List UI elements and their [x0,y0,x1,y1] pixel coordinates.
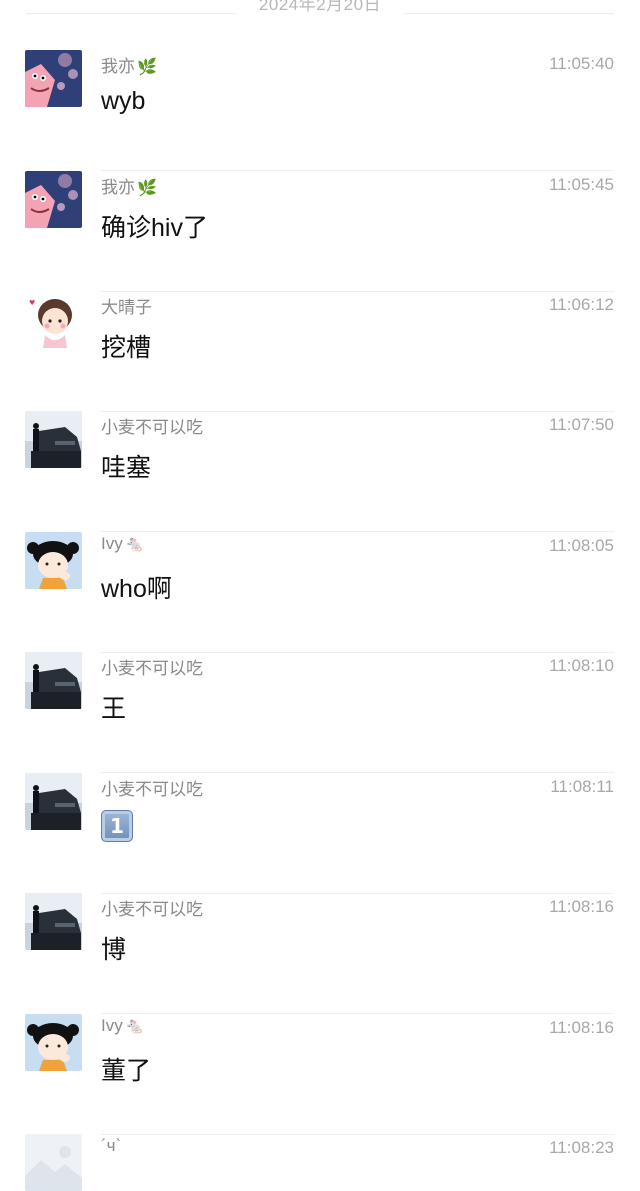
mouse-icon: 🐁 [124,536,145,553]
placeholder-image-avatar[interactable] [25,1134,82,1191]
message-time: 11:08:11 [550,777,614,796]
cartoon-girl-avatar[interactable]: ♥ [25,291,82,348]
message-time: 11:08:16 [549,897,614,916]
message-text[interactable]: 哇塞 [101,448,151,484]
message-time: 11:08:05 [549,536,614,555]
message-time: 11:08:23 [549,1138,614,1157]
message-text[interactable]: 确诊hiv了 [101,208,208,244]
sender-name[interactable]: 小麦不可以吃 [101,413,203,438]
sender-name[interactable]: 我亦 🌿 [101,52,157,77]
message-text[interactable]: 董了 [101,1051,151,1087]
leaf-icon: 🌿 [137,180,157,197]
chat-message[interactable]: 小麦不可以吃 11:07:50 哇塞 [0,411,640,532]
sender-name[interactable]: 小麦不可以吃 [101,775,203,800]
message-time: 11:08:10 [549,656,614,675]
dark-scene-avatar[interactable] [25,652,82,709]
sender-name[interactable]: 小麦不可以吃 [101,895,203,920]
chat-message[interactable]: 小麦不可以吃 11:08:11 1 [0,773,640,894]
patrick-avatar[interactable] [25,50,82,107]
patrick-avatar[interactable] [25,171,82,228]
sender-name[interactable]: Ivy 🐁 [101,1016,145,1036]
sender-name[interactable]: 小麦不可以吃 [101,654,203,679]
message-time: 11:05:45 [549,175,614,194]
svg-text:♥: ♥ [29,299,35,307]
message-text[interactable]: wyb [101,87,145,116]
chat-message[interactable]: 小麦不可以吃 11:08:16 博 [0,893,640,1014]
dark-scene-avatar[interactable] [25,411,82,468]
chat-message[interactable]: 我亦 🌿 11:05:45 确诊hiv了 [0,171,640,292]
date-separator-line-left [26,13,236,14]
date-separator: 2024年2月20日 [0,0,640,28]
mouse-icon: 🐁 [124,1018,145,1035]
sender-name[interactable]: Ivy 🐁 [101,534,145,554]
message-text[interactable]: 挖槽 [101,328,151,364]
message-time: 11:06:12 [549,295,614,314]
message-text[interactable]: who啊 [101,569,172,605]
dark-scene-avatar[interactable] [25,773,82,830]
leaf-icon: 🌿 [137,59,157,76]
date-separator-line-right [404,13,614,14]
sender-name[interactable]: 我亦 🌿 [101,173,157,198]
chat-message[interactable]: 小麦不可以吃 11:08:10 王 [0,652,640,773]
chat-history-page: 2024年2月20日 我亦 🌿 11:05:40 wyb 我亦 🌿 11:05:… [0,0,640,1191]
chat-message[interactable]: 我亦 🌿 11:05:40 wyb [0,50,640,171]
chat-message[interactable]: Ivy 🐁 11:08:05 who啊 [0,532,640,653]
message-time: 11:07:50 [549,415,614,434]
sender-name[interactable]: ´ч` [101,1136,121,1156]
message-text[interactable]: 王 [101,689,126,725]
chat-message[interactable]: Ivy 🐁 11:08:16 董了 [0,1014,640,1135]
message-time: 11:05:40 [549,54,614,73]
chat-message[interactable]: ´ч` 11:08:23 [0,1134,640,1191]
message-text[interactable]: 1 [101,810,133,842]
keycap-one-emoji: 1 [101,810,133,842]
date-separator-label: 2024年2月20日 [258,0,382,14]
message-text[interactable]: 博 [101,930,126,966]
message-time: 11:08:16 [549,1018,614,1037]
dark-scene-avatar[interactable] [25,893,82,950]
sender-name[interactable]: 大晴子 [101,293,152,318]
chat-message[interactable]: ♥ 大晴子 11:06:12 挖槽 [0,291,640,412]
cartoon-kid-avatar[interactable] [25,1014,82,1071]
cartoon-kid-avatar[interactable] [25,532,82,589]
